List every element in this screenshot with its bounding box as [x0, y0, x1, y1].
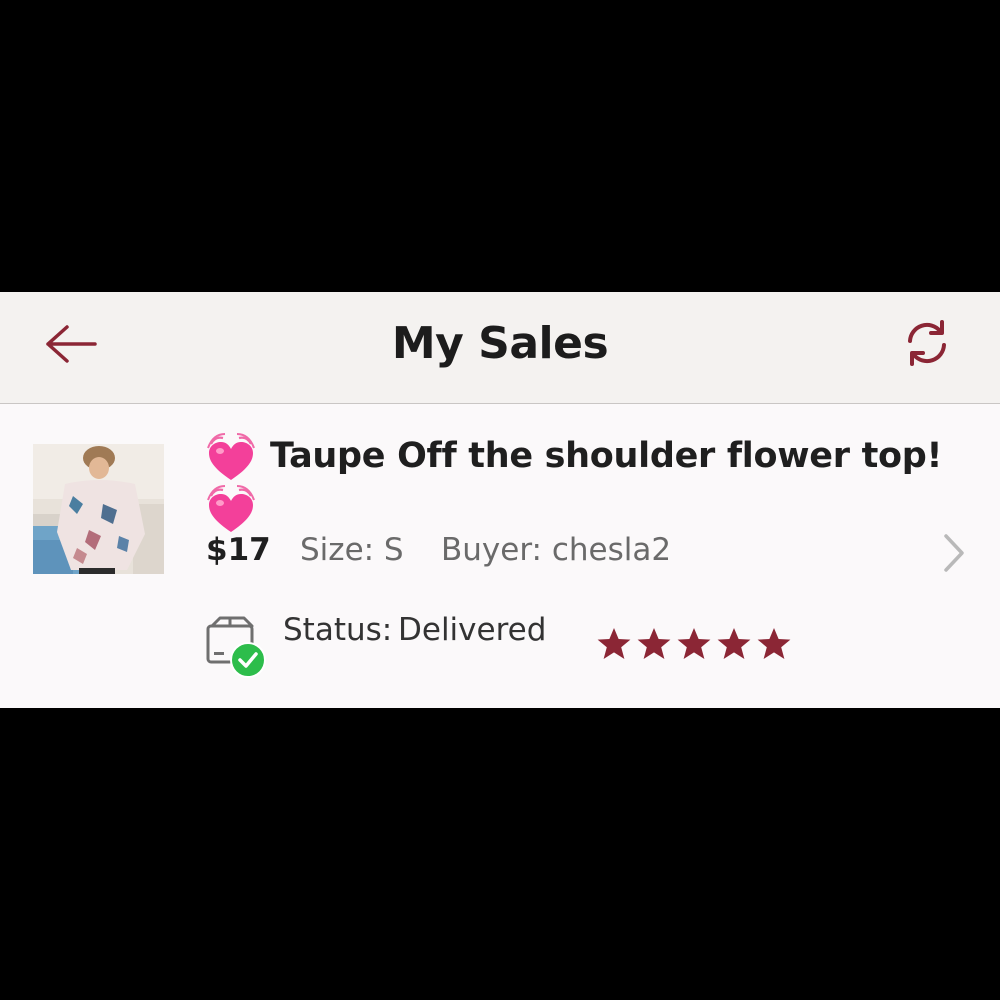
status-value: Delivered: [398, 612, 547, 648]
star-icon: [717, 628, 751, 659]
screen: My Sales Taupe Off the shoulder flower t…: [0, 0, 1000, 1000]
sale-price: $17: [206, 532, 271, 568]
star-icon: [677, 628, 711, 659]
sale-list-item[interactable]: Taupe Off the shoulder flower top! $17 S…: [0, 404, 1000, 708]
status-label: Status:: [283, 612, 393, 648]
my-sales-screen: My Sales Taupe Off the shoulder flower t…: [0, 292, 1000, 708]
delivered-box-check-icon: [206, 616, 266, 678]
star-icon: [637, 628, 671, 659]
refresh-button[interactable]: [892, 312, 962, 374]
sale-size: Size: S: [300, 532, 404, 568]
refresh-icon: [908, 320, 946, 366]
growing-heart-emoji: [207, 433, 255, 480]
listing-title: Taupe Off the shoulder flower top!: [270, 436, 943, 476]
buyer-rating: [596, 626, 792, 662]
star-icon: [597, 628, 631, 659]
growing-heart-emoji: [207, 485, 255, 532]
nav-header: My Sales: [0, 292, 1000, 404]
listing-thumbnail: [33, 444, 164, 574]
buyer-username: Buyer: chesla2: [441, 532, 672, 568]
star-icon: [757, 628, 791, 659]
page-title: My Sales: [391, 318, 609, 369]
chevron-right-icon: [944, 534, 964, 572]
